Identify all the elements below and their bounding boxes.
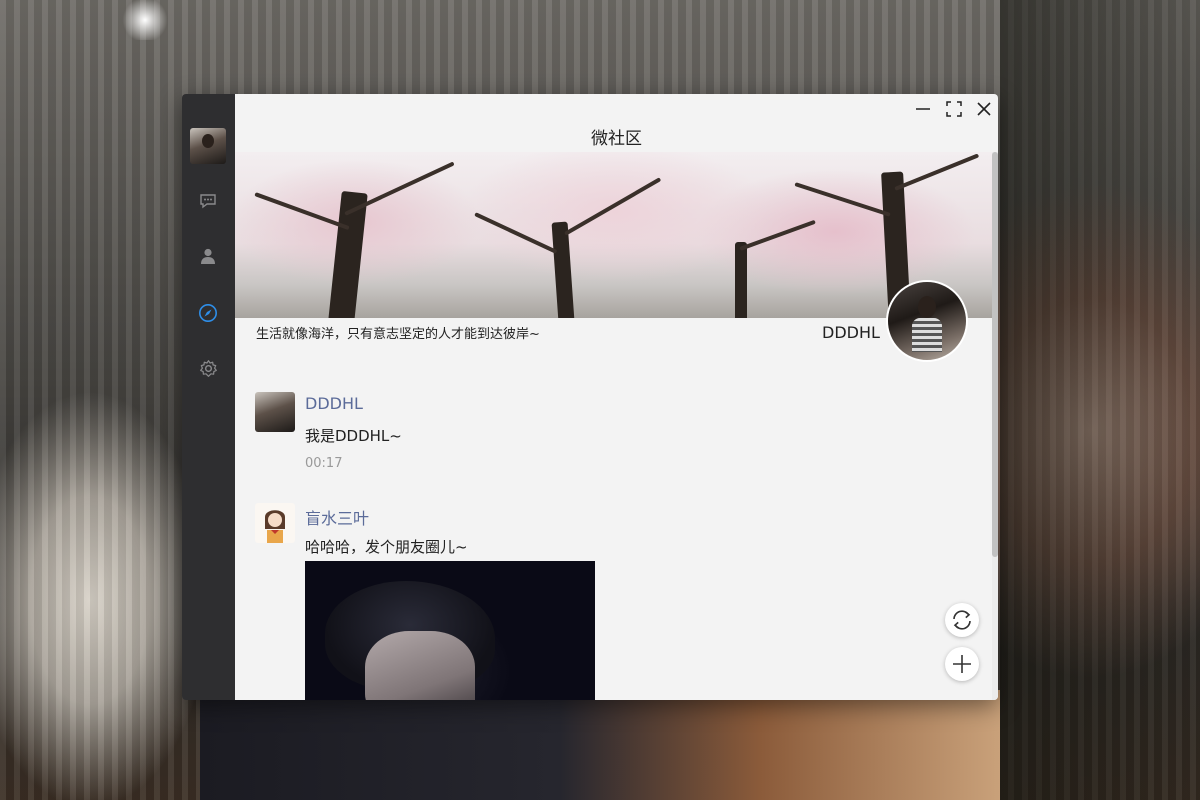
background-shade — [1000, 0, 1200, 800]
post-text: 我是DDDHL~ — [305, 427, 402, 445]
sidebar-item-chat[interactable] — [196, 189, 220, 213]
post-author-name[interactable]: 盲水三叶 — [305, 505, 369, 529]
refresh-icon — [953, 610, 971, 630]
post-photo[interactable] — [305, 561, 595, 700]
add-post-button[interactable] — [945, 647, 979, 681]
post-author-avatar[interactable] — [255, 503, 295, 543]
close-button[interactable] — [974, 99, 994, 119]
post-text: 哈哈哈，发个朋友圈儿~ — [305, 538, 468, 556]
sidebar-avatar[interactable] — [190, 128, 226, 164]
profile-avatar[interactable] — [886, 280, 968, 362]
person-icon — [201, 248, 215, 264]
refresh-button[interactable] — [945, 603, 979, 637]
anime-avatar-icon — [265, 510, 285, 543]
scrollbar[interactable] — [992, 152, 998, 700]
post-time: 00:17 — [305, 456, 343, 471]
post-author-name[interactable]: DDDHL — [305, 394, 363, 413]
compass-icon — [199, 304, 217, 322]
post-author-avatar[interactable] — [255, 392, 295, 432]
background-light — [120, 0, 170, 40]
app-window: 微社区 生活就像海洋，只有意志坚定的人才能到达彼岸~ DDDHL DDDHL 我… — [182, 94, 998, 700]
maximize-button[interactable] — [944, 99, 964, 119]
profile-motto: 生活就像海洋，只有意志坚定的人才能到达彼岸~ — [256, 327, 540, 342]
sidebar-item-settings[interactable] — [196, 356, 220, 380]
post-item: DDDHL 我是DDDHL~ 00:17 — [255, 392, 955, 482]
sidebar — [182, 94, 235, 700]
scrollbar-thumb[interactable] — [992, 152, 998, 557]
sidebar-item-contacts[interactable] — [196, 244, 220, 268]
maximize-icon — [946, 101, 962, 117]
profile-username: DDDHL — [822, 323, 880, 342]
chat-bubble-icon — [200, 194, 216, 209]
main-panel: 微社区 生活就像海洋，只有意志坚定的人才能到达彼岸~ DDDHL DDDHL 我… — [235, 94, 998, 700]
minimize-icon — [916, 108, 930, 110]
gear-icon — [199, 359, 217, 377]
window-title: 微社区 — [591, 129, 642, 149]
background-bottom — [200, 690, 1000, 800]
cover-banner-image — [235, 152, 992, 318]
post-item: 盲水三叶 哈哈哈，发个朋友圈儿~ — [255, 503, 955, 700]
minimize-button[interactable] — [913, 99, 933, 119]
plus-icon — [953, 655, 971, 673]
close-icon — [977, 102, 991, 116]
title-bar: 微社区 — [235, 94, 998, 152]
sidebar-item-moments[interactable] — [196, 301, 220, 325]
